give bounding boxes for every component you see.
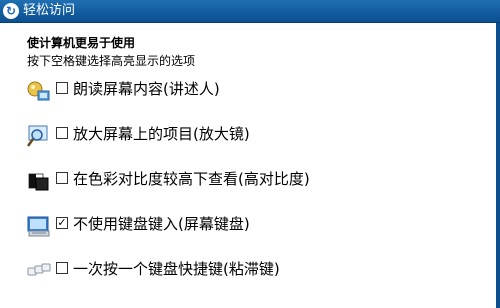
option-narrator[interactable]: 朗读屏幕内容(讲述人)	[26, 78, 466, 110]
magnifier-icon	[26, 125, 48, 147]
sticky-keys-checkbox[interactable]	[56, 262, 68, 274]
dialog-content: 使计算机更易于使用 按下空格键选择高亮显示的选项 朗读屏幕内容(讲述人) 放大屏…	[0, 23, 500, 308]
dialog-heading: 使计算机更易于使用	[27, 36, 136, 50]
option-on-screen-keyboard[interactable]: ✓ 不使用键盘键入(屏幕键盘)	[26, 213, 466, 245]
magnifier-label: 放大屏幕上的项目(放大镜)	[73, 125, 250, 143]
narrator-icon	[27, 81, 50, 101]
magnifier-checkbox[interactable]	[56, 127, 68, 139]
high-contrast-icon	[28, 173, 49, 191]
on-screen-keyboard-icon	[27, 216, 50, 237]
option-high-contrast[interactable]: 在色彩对比度较高下查看(高对比度)	[26, 168, 466, 200]
sticky-keys-icon	[27, 263, 51, 276]
option-magnifier[interactable]: 放大屏幕上的项目(放大镜)	[26, 123, 466, 155]
high-contrast-checkbox[interactable]	[56, 172, 68, 184]
window-title: 轻松访问	[23, 3, 76, 18]
title-bar: ↻ 轻松访问	[0, 0, 500, 23]
narrator-label: 朗读屏幕内容(讲述人)	[73, 80, 220, 98]
option-sticky-keys[interactable]: 一次按一个键盘快捷键(粘滞键)	[26, 258, 466, 290]
on-screen-keyboard-label: 不使用键盘键入(屏幕键盘)	[73, 215, 250, 233]
ease-of-access-icon: ↻	[3, 3, 19, 19]
narrator-checkbox[interactable]	[56, 82, 68, 94]
on-screen-keyboard-checkbox[interactable]: ✓	[56, 217, 68, 229]
dialog-subheading: 按下空格键选择高亮显示的选项	[27, 54, 196, 68]
high-contrast-label: 在色彩对比度较高下查看(高对比度)	[73, 170, 310, 188]
sticky-keys-label: 一次按一个键盘快捷键(粘滞键)	[73, 260, 280, 278]
